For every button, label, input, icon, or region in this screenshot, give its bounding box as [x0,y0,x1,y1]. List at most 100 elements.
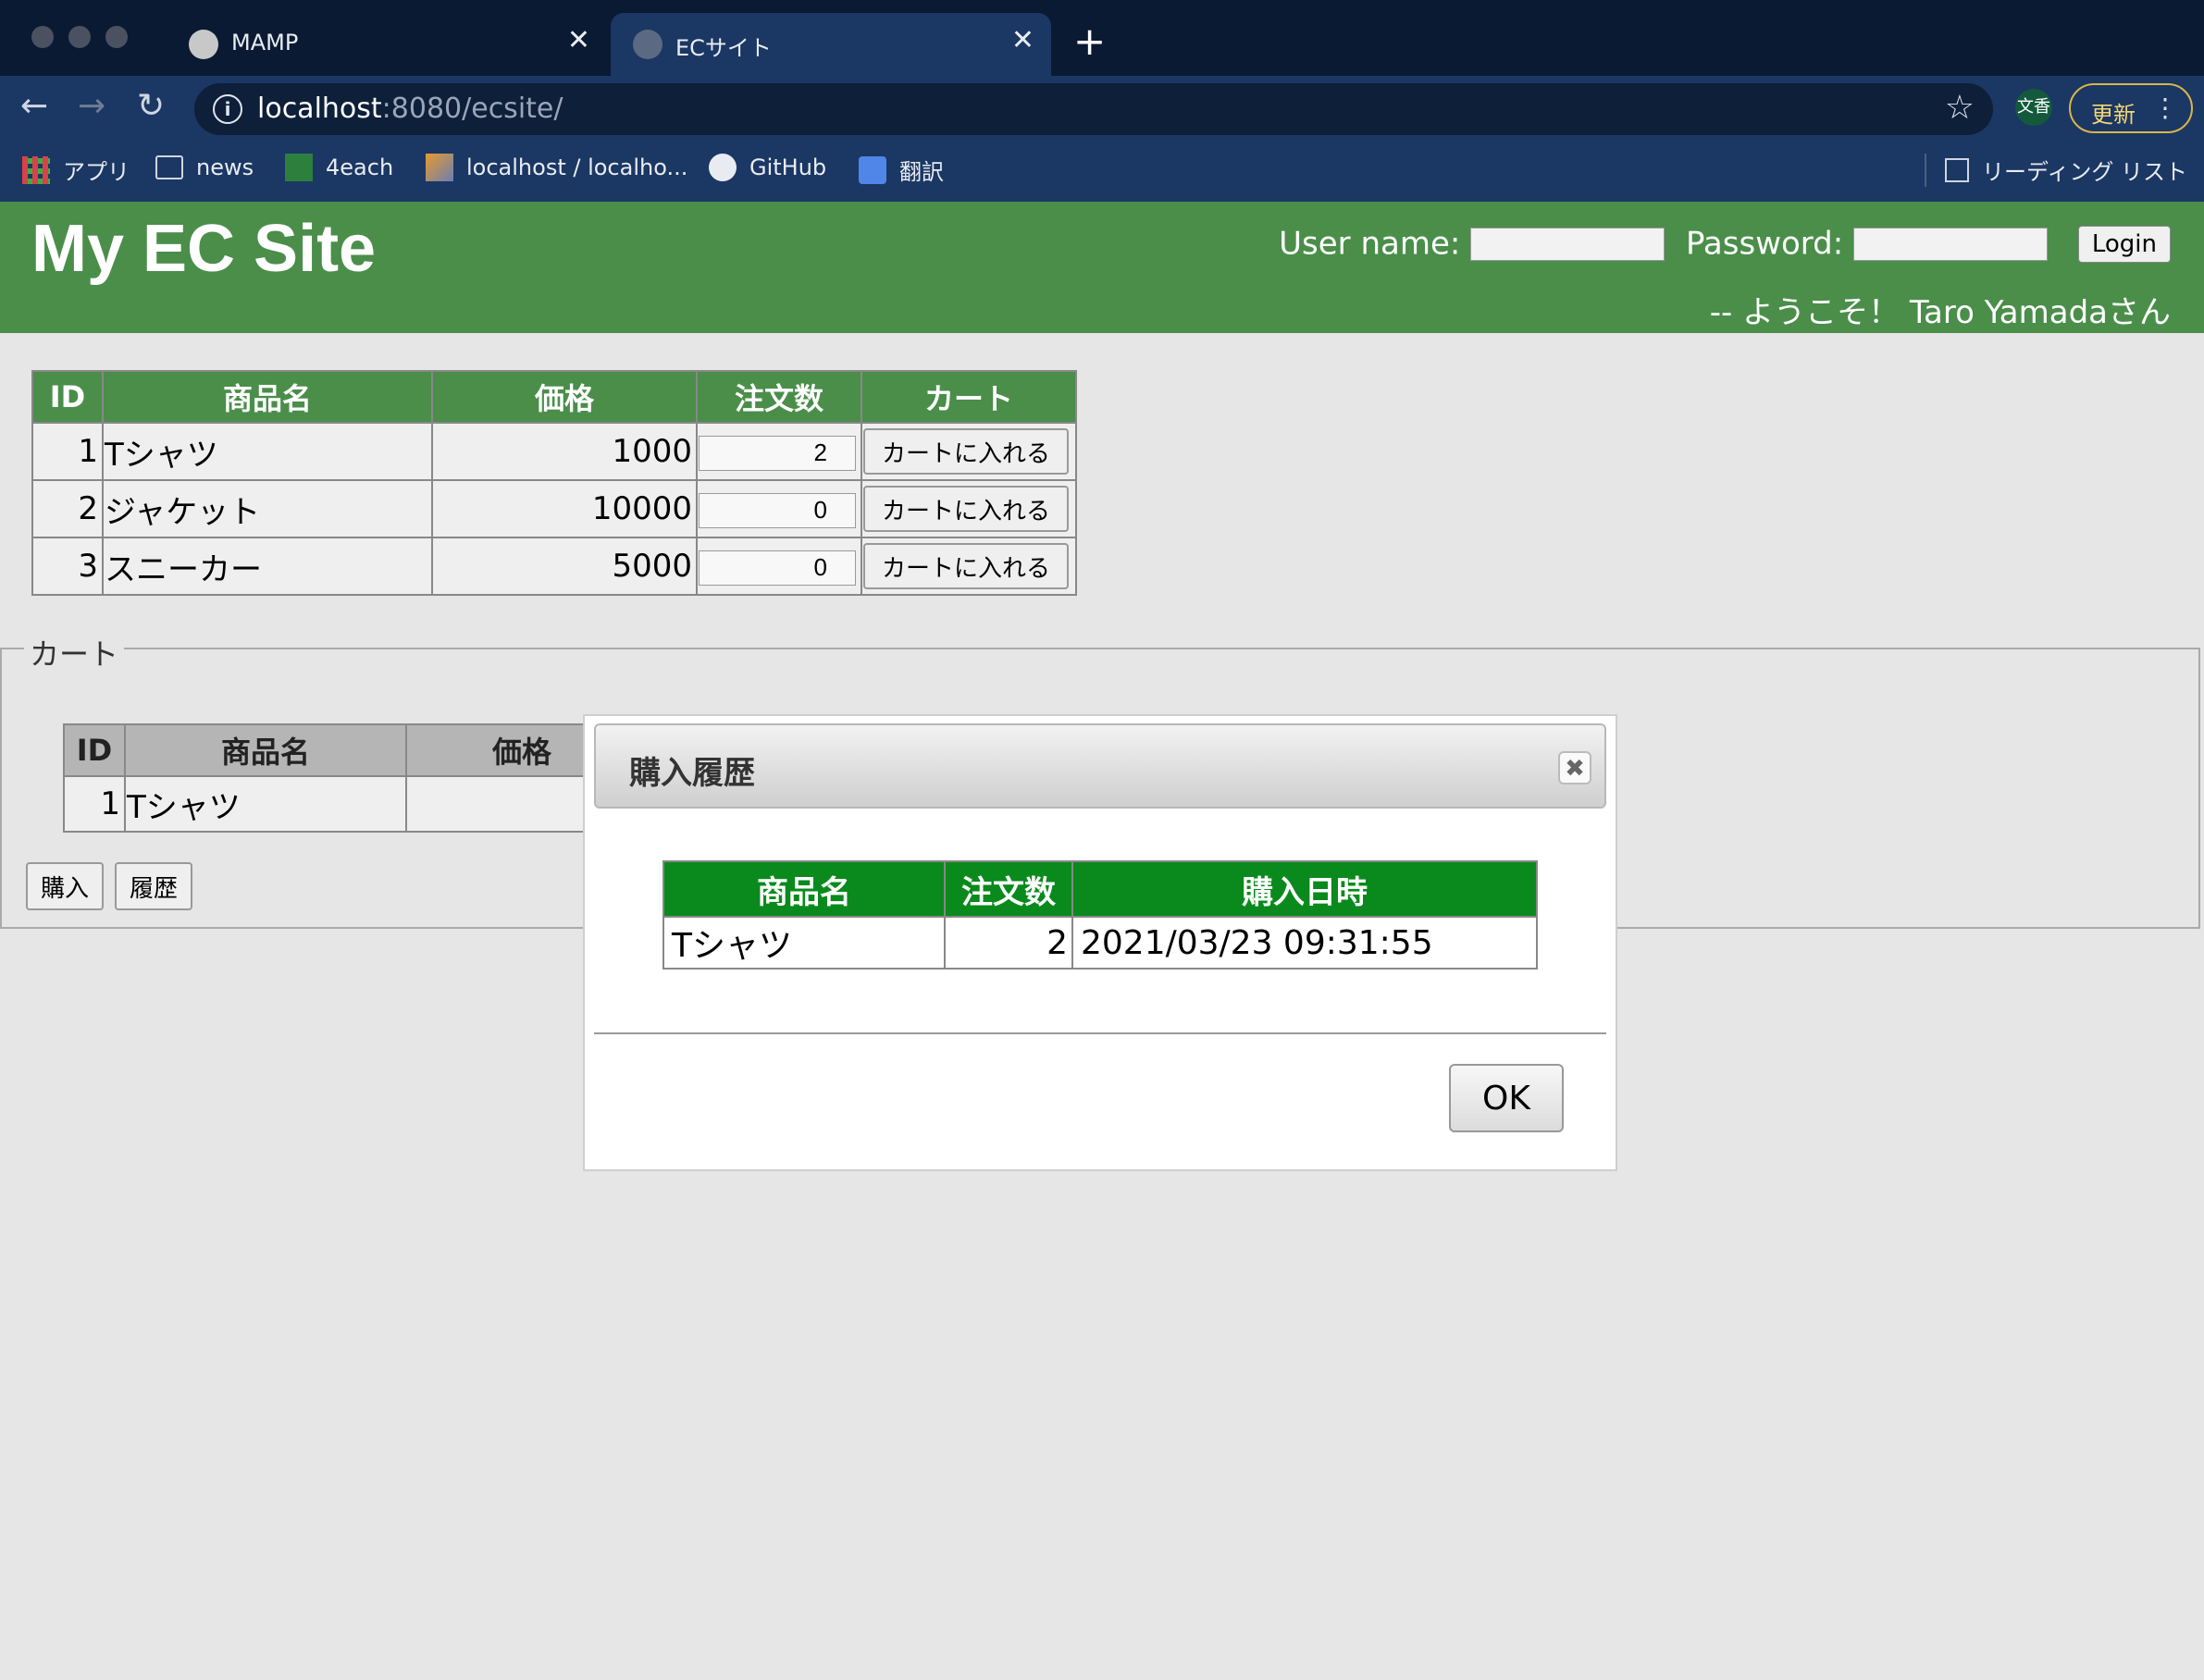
product-name: スニーカー [102,537,433,596]
column-header: 購入日時 [1071,860,1538,918]
table-header-row: ID 商品名 価格 [63,723,638,777]
close-icon[interactable]: ✕ [567,24,590,56]
bookmark-phpmyadmin[interactable]: localhost / localho... [426,154,687,181]
ok-button[interactable]: OK [1449,1064,1564,1132]
username-label: User name: [1279,225,1461,263]
window-minimize-dot[interactable] [68,26,91,48]
column-header: ID [63,723,126,777]
update-label: 更新 [2091,102,2136,128]
add-to-cart-button[interactable]: カートに入れる [863,486,1069,532]
username-input[interactable] [1470,227,1665,261]
close-icon[interactable]: ✖ [1558,751,1591,784]
product-id: 3 [31,537,104,596]
github-icon [709,154,737,181]
column-header: 商品名 [102,370,433,424]
column-header: 価格 [431,370,698,424]
history-item-name: Tシャツ [662,916,946,970]
tab-title: ECサイト [675,35,772,61]
4each-icon [285,154,313,181]
purchase-history-dialog: 購入履歴 ✖ 商品名 注文数 購入日時 Tシャツ 2 2021/03/23 09… [583,714,1617,1171]
add-to-cart-button[interactable]: カートに入れる [863,543,1069,589]
table-header-row: ID 商品名 価格 注文数 カート [31,370,1077,424]
extension-icon[interactable]: 文香 [2015,89,2052,126]
update-button[interactable]: 更新 ⋮ [2069,83,2193,133]
window-zoom-dot[interactable] [105,26,128,48]
history-item-qty: 2 [944,916,1073,970]
history-table: 商品名 注文数 購入日時 Tシャツ 2 2021/03/23 09:31:55 [662,860,1538,970]
mamp-icon [189,30,218,59]
welcome-message: -- ようこそ！ Taro Yamadaさん [1709,294,2171,331]
cart-item-id: 1 [63,775,126,833]
url-text: localhost:8080/ecsite/ [257,93,563,125]
column-header: 商品名 [662,860,946,918]
apps-grid-icon [22,155,50,184]
tab-mamp[interactable]: MAMP ✕ [167,13,607,76]
column-header: 注文数 [696,370,862,424]
table-row: 3 スニーカー 5000 カートに入れる [31,537,1077,596]
buy-button[interactable]: 購入 [26,862,105,910]
password-label: Password: [1685,225,1844,263]
bookmark-apps[interactable]: アプリ [22,154,130,186]
product-name: ジャケット [102,479,433,538]
back-icon[interactable]: ← [20,87,48,125]
folder-icon [155,155,183,179]
translate-icon [859,155,886,184]
table-row: Tシャツ 2 2021/03/23 09:31:55 [662,916,1538,970]
cart-table: ID 商品名 価格 1 Tシャツ 10 [63,723,638,833]
globe-icon [633,30,662,59]
add-to-cart-button[interactable]: カートに入れる [863,428,1069,475]
table-row: 2 ジャケット 10000 カートに入れる [31,479,1077,538]
forward-icon[interactable]: → [78,87,105,125]
phpmyadmin-icon [426,154,453,181]
quantity-input[interactable] [699,550,856,586]
history-button[interactable]: 履歴 [115,862,193,910]
site-title: My EC Site [31,212,377,286]
address-bar[interactable]: i localhost:8080/ecsite/ ☆ [194,83,1993,135]
login-button[interactable]: Login [2077,225,2171,263]
table-row: 1 Tシャツ 10 [63,775,638,833]
bookmark-news[interactable]: news [155,154,254,180]
cart-legend: カート [24,631,125,673]
password-input[interactable] [1853,227,2049,261]
site-header: My EC Site User name: Password: Login --… [0,202,2204,333]
menu-icon[interactable]: ⋮ [2152,93,2178,123]
tab-title: MAMP [231,30,299,56]
browser-toolbar: ← → ↻ i localhost:8080/ecsite/ ☆ 文香 更新 ⋮ [0,76,2204,141]
star-icon[interactable]: ☆ [1945,89,1975,127]
product-id: 2 [31,479,104,538]
tab-ecsite[interactable]: ECサイト ✕ [611,13,1051,76]
bookmarks-bar: アプリ news 4each localhost / localho... Gi… [0,141,2204,202]
table-header-row: 商品名 注文数 購入日時 [662,860,1538,918]
column-header: 注文数 [944,860,1073,918]
cart-item-name: Tシャツ [124,775,407,833]
browser-tab-bar: MAMP ✕ ECサイト ✕ + [0,0,2204,76]
dialog-title: 購入履歴 [629,755,755,792]
table-row: 1 Tシャツ 1000 カートに入れる [31,422,1077,481]
reading-list-icon [1945,157,1969,182]
column-header: 商品名 [124,723,407,777]
dialog-divider [594,1032,1606,1034]
bookmark-translate[interactable]: 翻訳 [859,154,944,186]
new-tab-icon[interactable]: + [1073,19,1106,64]
history-item-date: 2021/03/23 09:31:55 [1071,916,1538,970]
bookmark-4each[interactable]: 4each [285,154,393,181]
product-price: 1000 [431,422,698,481]
reload-icon[interactable]: ↻ [137,87,165,125]
product-name: Tシャツ [102,422,433,481]
product-price: 5000 [431,537,698,596]
info-icon[interactable]: i [213,94,242,124]
login-form: User name: Password: Login [1279,224,2171,263]
bookmarks-divider [1925,154,1926,187]
column-header: ID [31,370,104,424]
quantity-input[interactable] [699,435,856,471]
product-id: 1 [31,422,104,481]
column-header: カート [861,370,1077,424]
dialog-titlebar[interactable]: 購入履歴 ✖ [594,723,1606,809]
product-price: 10000 [431,479,698,538]
close-icon[interactable]: ✕ [1011,24,1034,56]
reading-list[interactable]: リーディング リスト [1945,154,2187,186]
window-close-dot[interactable] [31,26,54,48]
product-table: ID 商品名 価格 注文数 カート 1 Tシャツ 1000 カートに入れる 2 … [31,370,1077,596]
bookmark-github[interactable]: GitHub [709,154,826,181]
quantity-input[interactable] [699,492,856,528]
